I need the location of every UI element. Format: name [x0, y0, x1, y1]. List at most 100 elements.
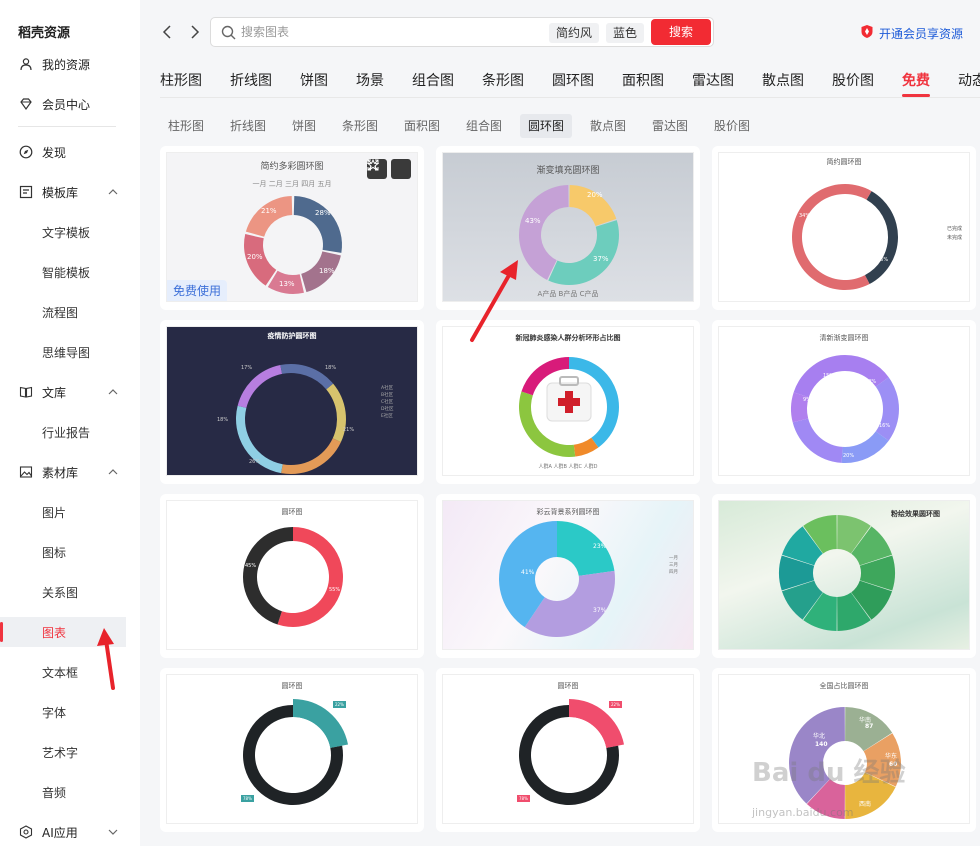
subtab-radar[interactable]: 雷达图 [644, 114, 696, 138]
slice-label: 26% [249, 459, 261, 465]
chevron-up-icon[interactable] [108, 466, 118, 480]
sidebar-item-my-resources[interactable]: 我的资源 [0, 49, 126, 79]
sidebar-sub-audio[interactable]: 音频 [0, 777, 126, 807]
sidebar-item-library[interactable]: 文库 [0, 377, 126, 407]
slice-label: 21% [343, 427, 355, 433]
sidebar-sub-relation[interactable]: 关系图 [0, 577, 126, 607]
template-card[interactable]: 渐变填充圆环图 20% 37% 43% A产品 B产品 C产品 [436, 146, 700, 310]
tab-bar-chart[interactable]: 柱形图 [160, 70, 202, 90]
legend-item: 三月 [669, 563, 678, 568]
data-label: 78% [517, 795, 530, 802]
donut-chart [792, 184, 898, 290]
chevron-down-icon[interactable] [108, 826, 118, 840]
legend-item: 四月 [669, 570, 678, 575]
tab-line-chart[interactable]: 折线图 [230, 70, 272, 90]
back-arrow-icon[interactable] [160, 24, 174, 40]
slice-label: 20% [843, 453, 855, 459]
template-card[interactable]: 圆环图 22% 78% [160, 668, 424, 832]
tab-stock-chart[interactable]: 股价图 [832, 70, 874, 90]
sidebar-item-discover[interactable]: 发现 [0, 137, 126, 167]
search-input[interactable] [241, 22, 541, 42]
baidu-watermark-url: jingyan.baidu.com [752, 806, 854, 819]
subtab-stock[interactable]: 股价图 [706, 114, 758, 138]
expand-icon[interactable] [367, 159, 411, 179]
subtab-line[interactable]: 折线图 [222, 114, 274, 138]
forward-arrow-icon[interactable] [188, 24, 202, 40]
free-use-badge[interactable]: 免费使用 [167, 280, 228, 301]
template-card[interactable]: 粉绘效果圆环图 [712, 494, 976, 658]
sidebar-sub-art-text[interactable]: 艺术字 [0, 737, 126, 767]
subtab-scatter[interactable]: 散点图 [582, 114, 634, 138]
legend-item: 一月 [669, 556, 678, 561]
sidebar-sub-text-template[interactable]: 文字模板 [0, 217, 126, 247]
tab-pie-chart[interactable]: 饼图 [300, 70, 328, 90]
subtab-bar[interactable]: 柱形图 [160, 114, 212, 138]
tab-area-chart[interactable]: 面积图 [622, 70, 664, 90]
sidebar-item-label: 会员中心 [42, 97, 91, 112]
tab-scene[interactable]: 场景 [356, 70, 384, 90]
card-tools [367, 159, 411, 179]
tab-free[interactable]: 免费 [902, 70, 930, 90]
sidebar-sub-textbox[interactable]: 文本框 [0, 657, 126, 687]
sidebar-item-ai[interactable]: AI应用 [0, 817, 126, 846]
card-preview: 圆环图 45% 55% [166, 500, 418, 650]
sidebar-item-vip[interactable]: 会员中心 [0, 89, 126, 119]
brand-title: 稻壳资源 [18, 26, 71, 41]
sidebar-sub-fonts[interactable]: 字体 [0, 697, 126, 727]
template-card[interactable]: 彩云背景系列圆环图 23% 37% 41% 一月 三月 四月 [436, 494, 700, 658]
donut-slice [875, 377, 899, 441]
donut-chart [243, 699, 349, 805]
card-preview: 粉绘效果圆环图 [718, 500, 970, 650]
tab-radar-chart[interactable]: 雷达图 [692, 70, 734, 90]
sidebar-sub-pictures[interactable]: 图片 [0, 497, 126, 527]
vip-link[interactable]: 开通会员享资源 [860, 24, 963, 42]
sidebar-item-label: 我的资源 [42, 57, 91, 72]
tab-dynamic[interactable]: 动态 [958, 70, 980, 90]
card-preview: 简约多彩圆环图 一月 二月 三月 四月 五月 28% 18% 13% 20% 2… [166, 152, 418, 302]
template-card[interactable]: 圆环图 45% 55% [160, 494, 424, 658]
sidebar-sub-flowchart[interactable]: 流程图 [0, 297, 126, 327]
slice-label: 41% [521, 569, 535, 576]
tab-scatter-chart[interactable]: 散点图 [762, 70, 804, 90]
template-card[interactable]: 简约圆环图 34% 66% 已完成 未完成 [712, 146, 976, 310]
sidebar-sub-mindmap[interactable]: 思维导图 [0, 337, 126, 367]
image-icon [19, 465, 33, 479]
search-chip-blue[interactable]: 蓝色 [606, 23, 645, 43]
tab-horizontal-bar[interactable]: 条形图 [482, 70, 524, 90]
sidebar-sub-charts[interactable]: 图表 [0, 617, 126, 647]
subtab-pie[interactable]: 饼图 [284, 114, 324, 138]
subtab-hbar[interactable]: 条形图 [334, 114, 386, 138]
sidebar-sub-industry-report[interactable]: 行业报告 [0, 417, 126, 447]
history-nav [160, 24, 202, 40]
template-card[interactable]: 简约多彩圆环图 一月 二月 三月 四月 五月 28% 18% 13% 20% 2… [160, 146, 424, 310]
template-card[interactable]: 圆环图 22% 78% [436, 668, 700, 832]
donut-slice [792, 184, 872, 290]
legend-item: A社区 [381, 386, 394, 391]
search-box: 简约风 蓝色 [210, 17, 714, 47]
slice-label: 66% [877, 257, 889, 263]
sidebar-sub-icons[interactable]: 图标 [0, 537, 126, 567]
sidebar-item-templates[interactable]: 模板库 [0, 177, 126, 207]
tab-combo-chart[interactable]: 组合图 [412, 70, 454, 90]
tab-donut-chart[interactable]: 圆环图 [552, 70, 594, 90]
subtab-donut[interactable]: 圆环图 [520, 114, 573, 138]
sidebar-sub-smart-template[interactable]: 智能模板 [0, 257, 126, 287]
vip-link-text: 开通会员享资源 [879, 26, 964, 41]
donut-chart [519, 185, 619, 285]
subtab-combo[interactable]: 组合图 [458, 114, 510, 138]
subtab-area[interactable]: 面积图 [396, 114, 448, 138]
donut-slice [792, 418, 843, 463]
donut-chart [779, 515, 895, 631]
chevron-up-icon[interactable] [108, 186, 118, 200]
user-icon [19, 57, 33, 71]
chevron-up-icon[interactable] [108, 386, 118, 400]
template-card[interactable]: 疫情防护圆环图 18% 21% 26% 18% 17% A社区 B社区 C社区 … [160, 320, 424, 484]
search-chip-simple[interactable]: 简约风 [549, 23, 600, 43]
search-button[interactable]: 搜索 [651, 19, 711, 45]
donut-slice [281, 438, 341, 474]
sidebar-item-materials[interactable]: 素材库 [0, 457, 126, 487]
data-label: 78% [241, 795, 254, 802]
template-card[interactable]: 新冠肺炎感染人群分析环形占比图 人群A 人群B 人群C 人群D [436, 320, 700, 484]
slice-label: 20% [247, 253, 263, 261]
template-card[interactable]: 清新渐变圆环图 15% 20% 16% 20% 9% [712, 320, 976, 484]
